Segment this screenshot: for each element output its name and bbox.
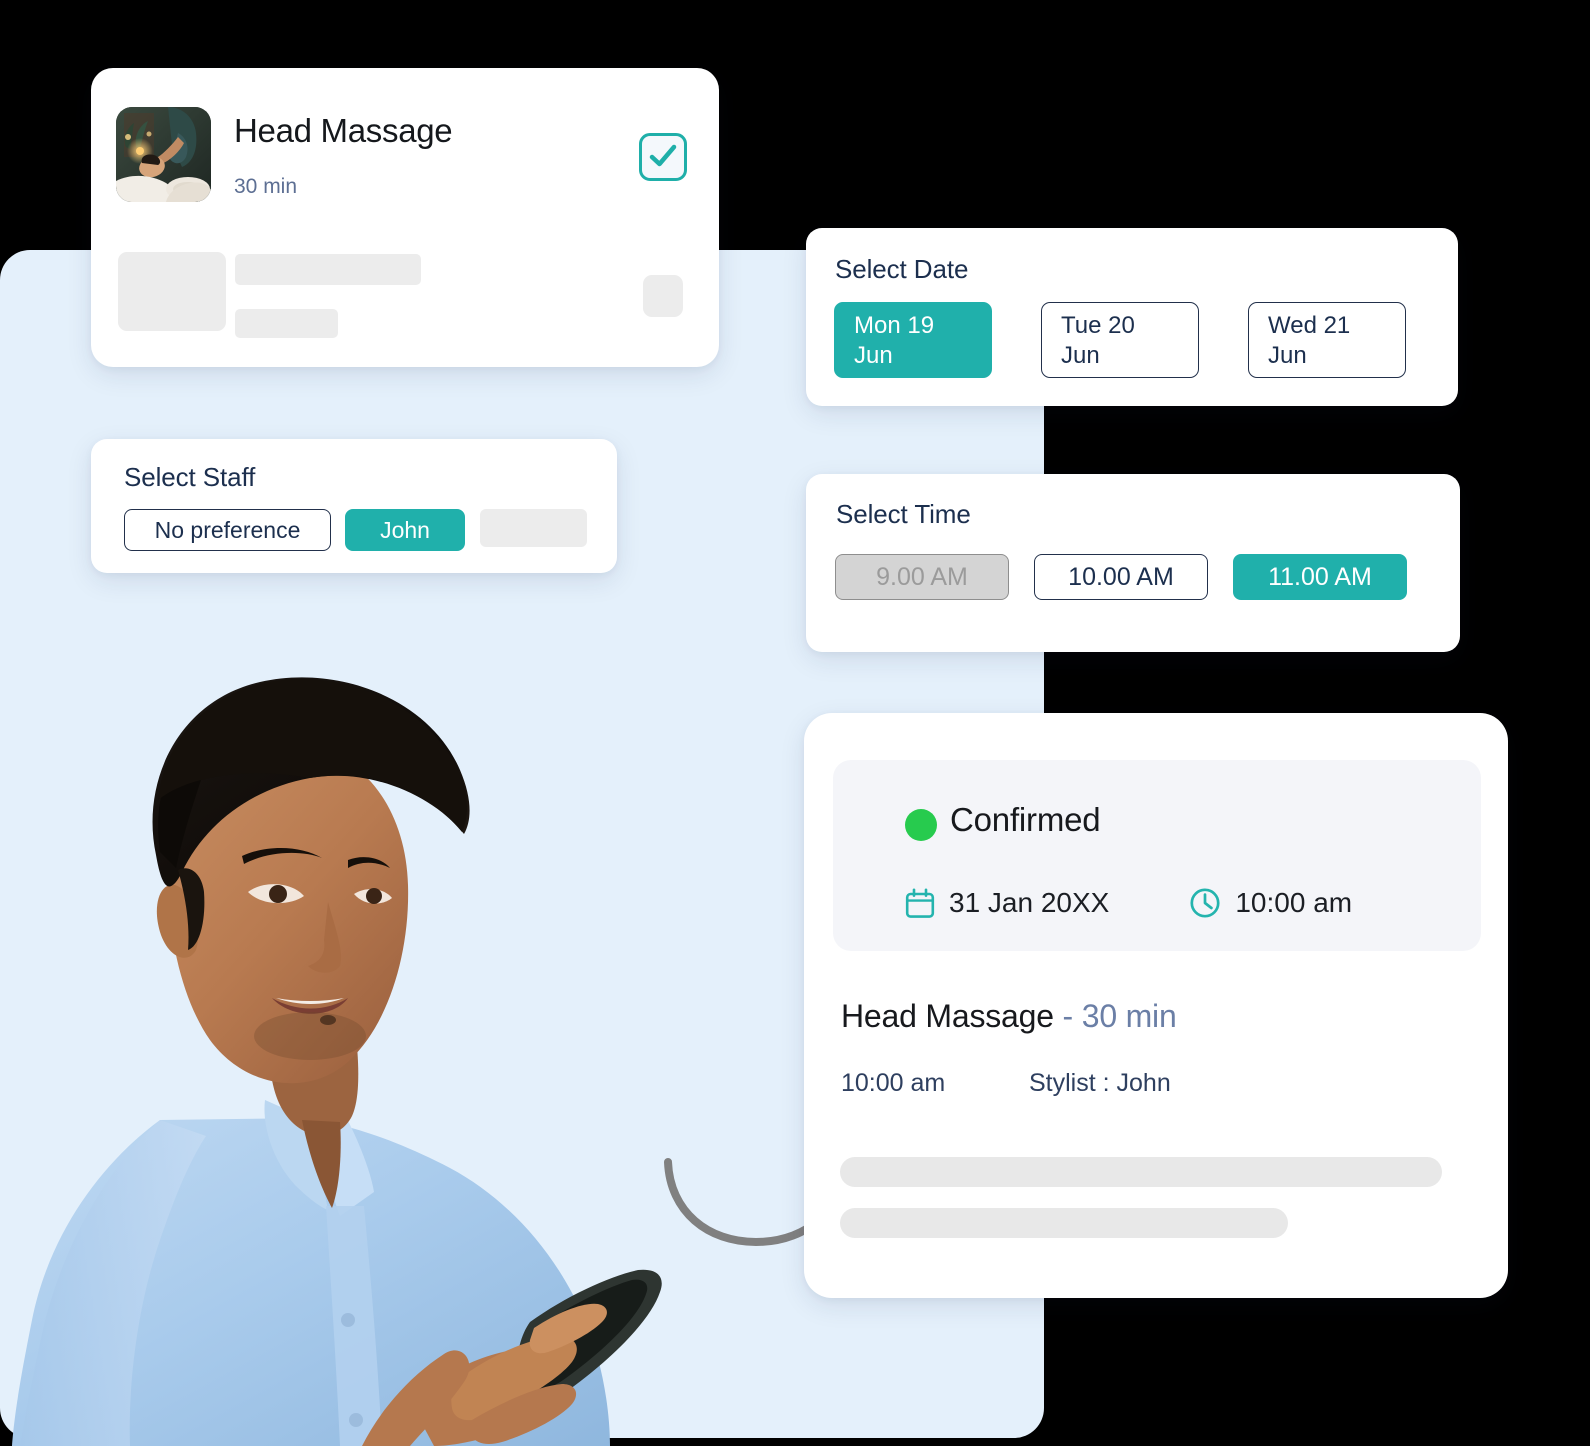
appointment-date-text: 31 Jan 20XX [949,887,1110,918]
confirm-skeleton-line-2 [840,1208,1288,1238]
skeleton-line-2 [235,309,338,338]
service-duration: 30 min [234,175,298,198]
appointment-time-text: 10:00 am [1235,887,1353,918]
staff-option-placeholder[interactable] [480,509,587,547]
time-option-9am: 9.00 AM [835,554,1009,600]
staff-option-john[interactable]: John [345,509,465,551]
skeleton-checkbox [643,275,683,317]
service-checkbox[interactable] [639,133,687,181]
time-option-10am[interactable]: 10.00 AM [1034,554,1208,600]
clock-icon [1189,887,1221,919]
skeleton-line-1 [235,254,421,285]
date-option-tue-20-jun[interactable]: Tue 20 Jun [1041,302,1199,378]
date-option-wed-21-jun[interactable]: Wed 21 Jun [1248,302,1406,378]
select-date-panel: Select Date Mon 19 Jun Tue 20 Jun Wed 21… [806,228,1458,406]
select-date-label: Select Date [835,254,969,284]
confirmed-stylist: Stylist : John [1029,1069,1171,1097]
confirmed-service-duration: 30 min [1081,998,1177,1034]
screenshot-root: Head Massage 30 min Select Staff No pref… [0,0,1590,1446]
date-option-mon-19-jun[interactable]: Mon 19 Jun [834,302,992,378]
select-time-panel: Select Time 9.00 AM 10.00 AM 11.00 AM [806,474,1460,652]
status-indicator-dot [905,809,937,841]
select-staff-label: Select Staff [124,462,256,492]
service-thumbnail-image [116,107,211,202]
confirmed-service-line: Head Massage - 30 min [841,998,1177,1035]
booking-confirmation-card: Confirmed 31 Jan 20XX 10:00 am Head Mass… [804,713,1508,1298]
select-staff-panel: Select Staff No preference John [91,439,617,573]
service-title: Head Massage [234,112,453,149]
calendar-icon [905,887,935,919]
checkmark-icon [649,144,677,167]
skeleton-thumb [118,252,226,331]
staff-option-no-preference[interactable]: No preference [124,509,331,551]
service-separator: - [1062,998,1074,1034]
confirmed-appointment-time: 10:00 am [841,1069,946,1097]
appointment-date-item: 31 Jan 20XX [905,887,1109,919]
status-summary-box [833,760,1481,951]
appointment-meta-row: 31 Jan 20XX 10:00 am [905,887,1352,919]
time-option-11am[interactable]: 11.00 AM [1233,554,1407,600]
status-badge: Confirmed [950,801,1101,838]
appointment-time-item: 10:00 am [1189,887,1352,919]
confirmed-service-name: Head Massage [841,998,1054,1034]
select-time-label: Select Time [836,499,971,529]
confirm-skeleton-line-1 [840,1157,1442,1187]
